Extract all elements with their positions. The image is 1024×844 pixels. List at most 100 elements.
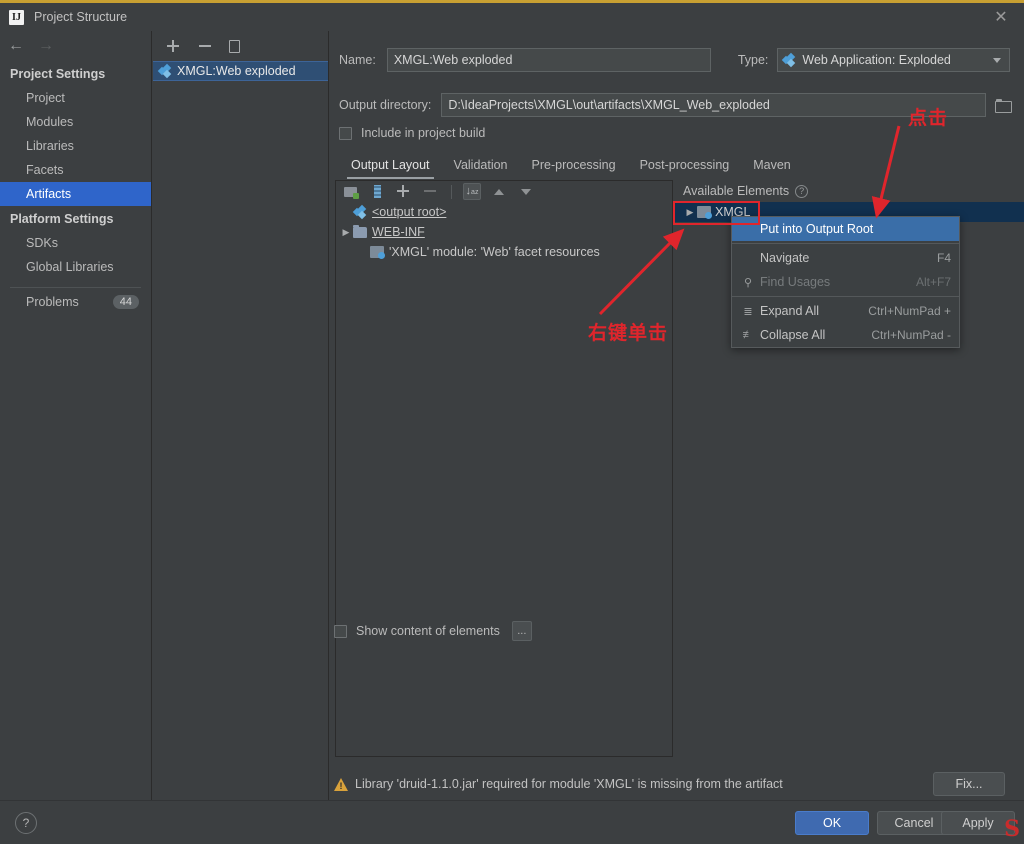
module-icon — [370, 246, 385, 259]
sidebar-item-libraries[interactable]: Libraries — [0, 134, 151, 158]
menu-item-expand-all[interactable]: ≣ Expand All Ctrl+NumPad + — [732, 299, 959, 323]
name-input[interactable]: XMGL:Web exploded — [386, 48, 711, 72]
sidebar-item-global-libraries[interactable]: Global Libraries — [0, 255, 151, 279]
include-in-build-row[interactable]: Include in project build — [339, 126, 485, 140]
sort-alphabetically-button[interactable]: ↓az — [463, 183, 481, 200]
problems-count-badge: 44 — [112, 295, 139, 309]
show-content-checkbox[interactable] — [334, 624, 347, 638]
dialog-footer: ? OK Cancel Apply — [0, 800, 1024, 844]
create-archive-button[interactable] — [368, 183, 386, 200]
warning-icon — [334, 777, 348, 791]
help-button[interactable]: ? — [15, 812, 37, 834]
chevron-down-icon — [993, 57, 1002, 63]
watermark: S — [1004, 816, 1020, 842]
add-copy-button[interactable] — [395, 183, 413, 200]
context-menu: Put into Output Root Navigate F4 ⚲ Find … — [731, 216, 960, 348]
toolbar-divider — [451, 184, 452, 199]
tab-validation[interactable]: Validation — [442, 153, 520, 179]
add-artifact-button[interactable] — [165, 38, 181, 54]
add-directory-content-button[interactable] — [341, 183, 359, 200]
collapse-all-icon: ≢ — [742, 329, 754, 341]
back-icon[interactable]: ← — [8, 38, 24, 54]
type-select-value: Web Application: Exploded — [802, 53, 951, 67]
name-label: Name: — [339, 53, 376, 67]
artifact-list-item-label: XMGL:Web exploded — [177, 64, 296, 78]
help-circle-icon[interactable]: ? — [795, 184, 809, 198]
tree-row-label: WEB-INF — [372, 225, 425, 239]
menu-item-shortcut: Ctrl+NumPad + — [868, 304, 951, 318]
show-content-label: Show content of elements — [356, 624, 500, 638]
artifact-icon — [782, 52, 796, 68]
tab-pre-processing[interactable]: Pre-processing — [520, 153, 628, 179]
tab-post-processing[interactable]: Post-processing — [628, 153, 742, 179]
artifact-list-item[interactable]: XMGL:Web exploded — [153, 61, 328, 81]
project-structure-dialog: IJ Project Structure ✕ ← → Project Setti… — [0, 0, 1024, 844]
include-in-build-checkbox[interactable] — [339, 126, 352, 140]
validation-warning-text: Library 'druid-1.1.0.jar' required for m… — [355, 777, 783, 791]
output-layout-toolbar: ↓az — [336, 181, 672, 202]
sidebar-item-problems[interactable]: Problems 44 — [0, 288, 151, 309]
menu-item-label: Put into Output Root — [760, 222, 874, 236]
show-content-row[interactable]: Show content of elements ... — [334, 621, 532, 641]
folder-browse-icon[interactable] — [995, 98, 1013, 113]
remove-artifact-button[interactable] — [197, 38, 213, 54]
artifact-editor-panel: Name: XMGL:Web exploded Type: Web Applic… — [330, 31, 1024, 800]
move-up-button — [490, 183, 508, 200]
copy-artifact-button[interactable] — [229, 40, 240, 53]
sidebar-item-facets[interactable]: Facets — [0, 158, 151, 182]
window-title: Project Structure — [34, 10, 128, 24]
menu-item-label: Navigate — [760, 251, 810, 265]
search-icon: ⚲ — [743, 276, 753, 289]
fix-button[interactable]: Fix... — [933, 772, 1005, 796]
problems-label: Problems — [26, 295, 79, 309]
menu-item-label: Find Usages — [760, 275, 831, 289]
tree-row[interactable]: 'XMGL' module: 'Web' facet resources — [336, 242, 672, 262]
type-select[interactable]: Web Application: Exploded — [777, 48, 1011, 72]
include-in-build-label: Include in project build — [361, 126, 486, 140]
artifact-icon — [352, 204, 367, 220]
menu-item-find-usages: ⚲ Find Usages Alt+F7 — [732, 270, 959, 294]
move-down-button — [517, 183, 535, 200]
menu-item-label: Collapse All — [760, 328, 826, 342]
tree-row[interactable]: ▶ WEB-INF — [336, 222, 672, 242]
available-elements-title: Available Elements — [683, 184, 790, 198]
menu-item-navigate[interactable]: Navigate F4 — [732, 246, 959, 270]
nav-arrows: ← → — [0, 31, 151, 61]
forward-icon: → — [38, 37, 54, 54]
tree-twisty[interactable]: ▶ — [339, 227, 353, 238]
available-elements-header: Available Elements ? — [674, 180, 1024, 202]
sidebar-item-project[interactable]: Project — [0, 86, 151, 110]
output-layout-tree-panel: ↓az <output root> ▶ WEB-INF 'XMGL' modul… — [335, 180, 673, 757]
menu-separator — [732, 296, 959, 297]
project-settings-header: Project Settings — [10, 67, 106, 81]
annotation-highlight-box — [673, 201, 760, 225]
type-label: Type: — [737, 53, 769, 67]
close-icon[interactable]: ✕ — [978, 3, 1024, 31]
platform-settings-header: Platform Settings — [10, 212, 114, 226]
cancel-button[interactable]: Cancel — [877, 811, 951, 835]
expand-all-icon: ≣ — [743, 305, 753, 318]
show-content-options-button[interactable]: ... — [511, 621, 532, 641]
sidebar-item-artifacts[interactable]: Artifacts — [0, 182, 151, 206]
folder-icon — [353, 224, 367, 238]
validation-warning-row: Library 'druid-1.1.0.jar' required for m… — [330, 770, 1024, 798]
menu-separator — [732, 243, 959, 244]
tab-output-layout[interactable]: Output Layout — [339, 153, 442, 179]
tab-maven[interactable]: Maven — [741, 153, 803, 179]
menu-item-put-into-output-root[interactable]: Put into Output Root — [732, 217, 959, 241]
output-directory-input[interactable]: D:\IdeaProjects\XMGL\out\artifacts\XMGL_… — [441, 93, 987, 117]
editor-tabs: Output Layout Validation Pre-processing … — [339, 153, 1015, 179]
annotation-right-click-label: 右键单击 — [588, 322, 669, 344]
artifact-icon — [157, 63, 172, 79]
sidebar-item-sdks[interactable]: SDKs — [0, 231, 151, 255]
artifact-list-panel: XMGL:Web exploded — [153, 31, 329, 800]
menu-item-collapse-all[interactable]: ≢ Collapse All Ctrl+NumPad - — [732, 323, 959, 347]
annotation-click-label: 点击 — [908, 107, 949, 129]
tree-row[interactable]: <output root> — [336, 202, 672, 222]
tree-row-label: 'XMGL' module: 'Web' facet resources — [389, 245, 600, 259]
artifact-list-toolbar — [153, 31, 328, 61]
menu-item-shortcut: F4 — [936, 251, 951, 265]
ok-button[interactable]: OK — [795, 811, 869, 835]
sidebar-item-modules[interactable]: Modules — [0, 110, 151, 134]
menu-item-label: Expand All — [760, 304, 820, 318]
